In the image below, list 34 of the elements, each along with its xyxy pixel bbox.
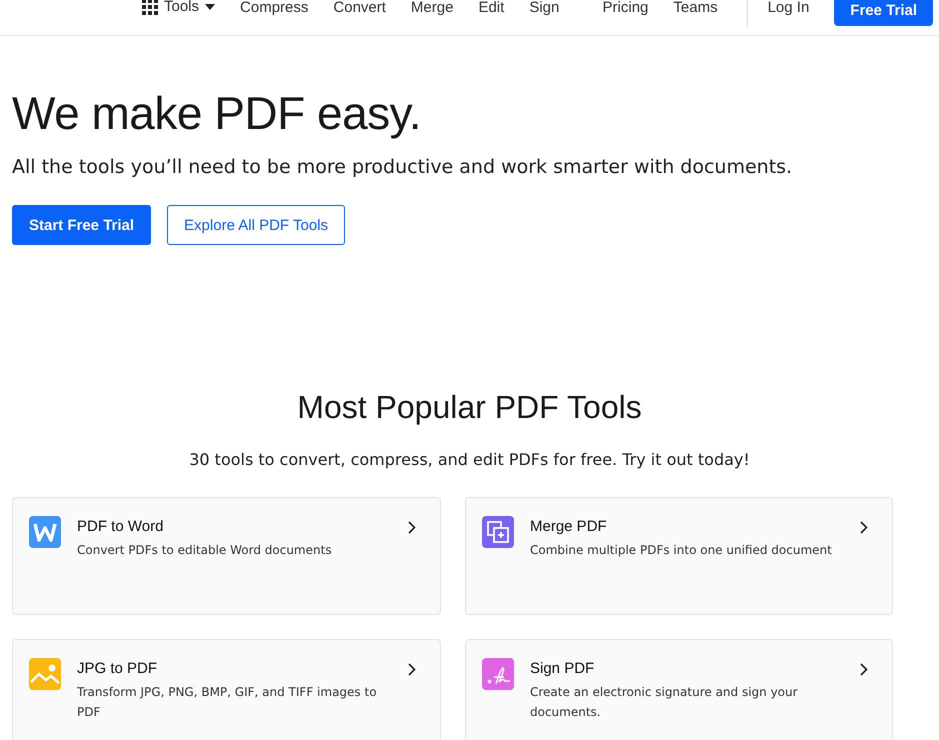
hero-subtitle: All the tools you’ll need to be more productive and work smarter with documents.: [12, 156, 794, 178]
login-link[interactable]: Log In: [768, 0, 810, 16]
hero-title: We make PDF easy.: [12, 86, 422, 140]
free-trial-button[interactable]: Free Trial: [834, 0, 933, 26]
nav-link[interactable]: Convert: [333, 0, 386, 16]
section-subtitle: 30 tools to convert, compress, and edit PDFs for free. Try it out today!: [189, 450, 750, 469]
tool-card[interactable]: PDF to Word Convert PDFs to editable Word documents: [12, 497, 441, 615]
nav-link[interactable]: Compress: [240, 0, 308, 16]
tool-card[interactable]: JPG to PDF Transform JPG, PNG, BMP, GIF, and TIFF images to PDF: [12, 639, 441, 740]
card-title: PDF to Word: [77, 518, 164, 535]
card-description: Convert PDFs to editable Word documents: [77, 542, 333, 559]
start-trial-button[interactable]: Start Free Trial: [12, 205, 152, 245]
section-title: Most Popular PDF Tools: [297, 389, 642, 426]
caret-icon: [205, 4, 216, 10]
nav-link[interactable]: Sign: [529, 0, 560, 16]
card-title: Merge PDF: [530, 518, 608, 535]
card-description: Transform JPG, PNG, BMP, GIF, and TIFF images to PDF: [77, 684, 378, 721]
card-title: JPG to PDF: [77, 660, 158, 677]
chevron-right-icon: [408, 663, 416, 676]
tools-menu[interactable]: Tools: [142, 0, 216, 15]
nav-link[interactable]: Pricing: [602, 0, 648, 16]
tool-card[interactable]: Merge PDF Combine multiple PDFs into one unified document: [465, 497, 893, 615]
nav-link[interactable]: Edit: [478, 0, 504, 16]
chevron-right-icon: [408, 521, 416, 534]
card-description: Combine multiple PDFs into one unified document: [530, 542, 833, 559]
grid-icon: [142, 0, 158, 15]
nav-link[interactable]: Merge: [410, 0, 454, 16]
tool-card[interactable]: Sign PDF Create an electronic signature and sign your documents.: [465, 639, 893, 740]
chevron-right-icon: [860, 663, 868, 676]
nav-link[interactable]: Teams: [673, 0, 718, 16]
card-description: Create an electronic signature and sign your documents.: [530, 684, 799, 721]
explore-tools-button[interactable]: Explore All PDF Tools: [167, 205, 345, 245]
chevron-right-icon: [860, 521, 868, 534]
card-title: Sign PDF: [530, 660, 596, 677]
